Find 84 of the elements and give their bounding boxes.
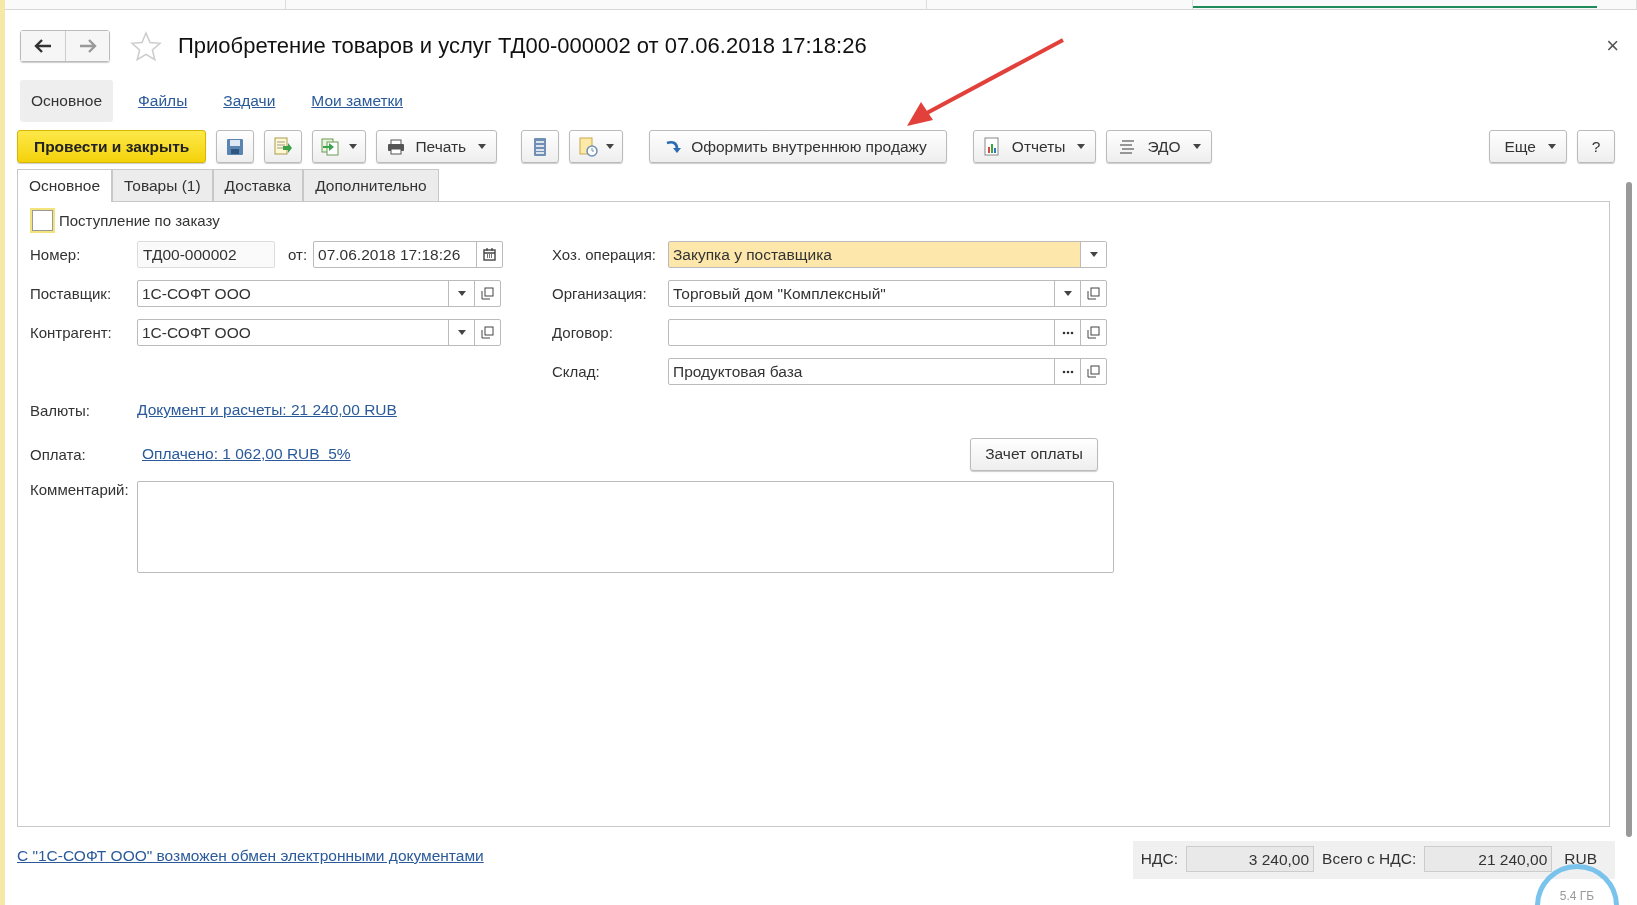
section-link[interactable]: Основное	[20, 80, 114, 122]
field-label: от:	[288, 246, 308, 263]
back-button[interactable]	[21, 31, 65, 61]
field-label: Хоз. операция:	[552, 246, 657, 263]
comment-field[interactable]	[137, 481, 1114, 573]
memory-indicator: 5.4 ГБ	[1535, 864, 1619, 905]
field-label: Организация:	[552, 285, 648, 302]
ellipsis-icon	[1061, 330, 1074, 335]
document-arrow-icon	[274, 136, 293, 157]
caret-icon	[349, 144, 358, 149]
caret-icon	[1192, 144, 1201, 149]
field-label: Оплата:	[30, 445, 87, 463]
caret-icon	[1548, 144, 1556, 149]
list-icon	[533, 136, 548, 157]
vat-field: 3 240,00	[1186, 846, 1315, 872]
scrollbar[interactable]	[1626, 182, 1632, 837]
select-field[interactable]: Продуктовая база	[668, 358, 1107, 385]
caret-icon	[457, 330, 466, 335]
edo-link[interactable]: С "1С-СОФТ ООО" возможен обмен электронными документами	[17, 847, 484, 865]
more-button[interactable]: Еще	[1489, 130, 1567, 163]
total-field: 21 240,00	[1424, 846, 1553, 872]
caret-icon	[457, 291, 466, 296]
section-link[interactable]: Задачи	[212, 80, 287, 122]
field-label: Валюты:	[30, 401, 91, 419]
open-window-icon	[1087, 326, 1100, 339]
checkbox-label: Поступление по заказу	[59, 212, 220, 229]
curved-arrow-icon	[665, 138, 682, 155]
caret-icon	[1077, 144, 1086, 149]
section-link[interactable]: Мои заметки	[300, 80, 415, 122]
date-field[interactable]: 07.06.2018 17:18:26	[313, 241, 504, 268]
create-based-on-button[interactable]	[312, 130, 367, 163]
save-button[interactable]	[216, 130, 255, 163]
select-field[interactable]: 1С-СОФТ ООО	[137, 319, 501, 346]
report-chart-icon	[983, 136, 1002, 157]
tab[interactable]: Основное	[17, 169, 113, 202]
attachments-button[interactable]	[569, 130, 624, 163]
documents-icon	[321, 137, 342, 156]
post-and-close-button[interactable]: Провести и закрыть	[17, 130, 207, 163]
right-arrow-icon	[78, 39, 97, 53]
field-label: Склад:	[552, 363, 601, 380]
open-window-icon	[1087, 365, 1100, 378]
checkbox[interactable]	[32, 210, 53, 231]
select-field[interactable]: Закупка у поставщика	[668, 241, 1107, 268]
open-window-icon	[1087, 287, 1100, 300]
star-icon[interactable]	[130, 31, 162, 61]
caret-icon	[1089, 252, 1098, 257]
calendar-icon	[483, 248, 497, 261]
reports-button[interactable]: Отчеты	[972, 130, 1097, 163]
printer-icon	[387, 138, 406, 155]
print-button[interactable]: Печать	[376, 130, 498, 163]
open-window-icon	[481, 287, 494, 300]
document-clock-icon	[578, 136, 599, 157]
post-document-button[interactable]	[264, 130, 303, 163]
select-field[interactable]	[668, 319, 1107, 346]
dropdown-button[interactable]	[1080, 242, 1106, 267]
ellipsis-icon	[1061, 369, 1074, 374]
caret-icon	[1063, 291, 1072, 296]
total-label: НДС:	[1140, 850, 1179, 868]
tab[interactable]: Дополнительно	[303, 169, 439, 201]
left-arrow-icon	[34, 39, 52, 53]
tab[interactable]: Товары (1)	[112, 169, 213, 201]
section-link[interactable]: Файлы	[127, 80, 199, 122]
close-button[interactable]: ×	[1602, 33, 1623, 59]
payment-link[interactable]: Оплачено: 1 062,00 RUB 5%	[142, 445, 351, 463]
field-label: Контрагент:	[30, 324, 113, 341]
list-button[interactable]	[521, 130, 560, 163]
number-field[interactable]: ТД00-000002	[137, 241, 275, 268]
select-field[interactable]: Торговый дом "Комплексный"	[668, 280, 1107, 307]
currency-link[interactable]: Документ и расчеты: 21 240,00 RUB	[137, 401, 397, 419]
field-label: Поставщик:	[30, 285, 113, 302]
field-label: Комментарий:	[30, 481, 130, 500]
total-label: Всего с НДС:	[1322, 850, 1417, 868]
edo-button[interactable]: ЭДО	[1106, 130, 1212, 163]
window-title: Приобретение товаров и услуг ТД00-000002 от 07.06.2018 17:18:26	[178, 33, 867, 59]
field-label: Номер:	[30, 246, 82, 263]
internal-sale-button[interactable]: Оформить внутреннюю продажу	[649, 130, 947, 163]
field-label: Договор:	[552, 324, 614, 341]
help-button[interactable]: ?	[1577, 130, 1615, 163]
open-window-icon	[481, 326, 494, 339]
caret-icon	[478, 144, 487, 149]
caret-icon	[606, 144, 615, 149]
select-field[interactable]: 1С-СОФТ ООО	[137, 280, 501, 307]
payment-offset-button[interactable]: Зачет оплаты	[970, 437, 1098, 471]
tab[interactable]: Доставка	[212, 169, 304, 201]
